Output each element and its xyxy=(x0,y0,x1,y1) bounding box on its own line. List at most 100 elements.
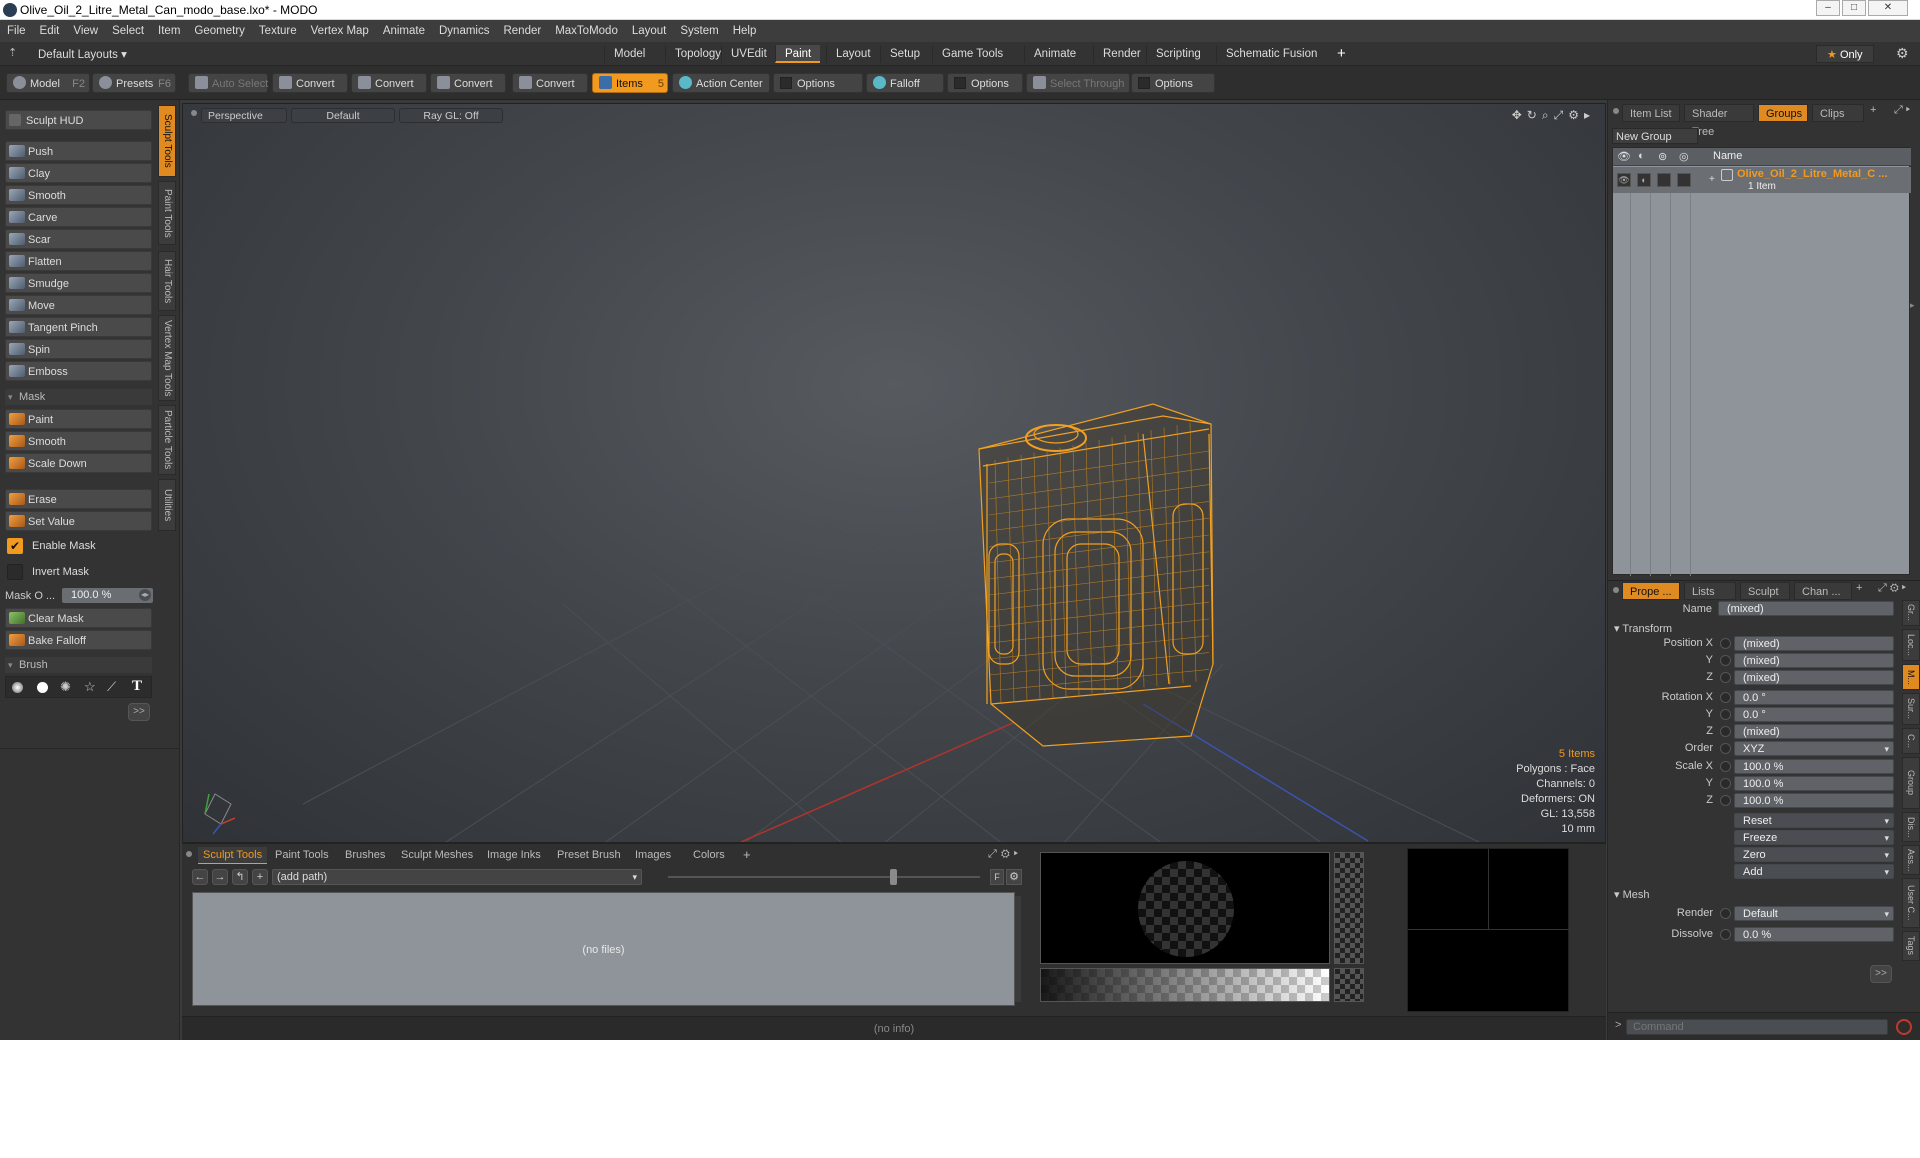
file-browser-area[interactable]: (no files) xyxy=(192,892,1015,1006)
checkmark-icon[interactable]: ✔ xyxy=(7,538,23,554)
rotation-x-key[interactable] xyxy=(1720,692,1731,703)
items-mode-button[interactable]: Items 5 xyxy=(592,73,668,93)
presets-button[interactable]: Presets F6 xyxy=(92,73,176,93)
menu-geometry[interactable]: Geometry xyxy=(187,20,252,42)
gear-icon[interactable]: ⚙ xyxy=(1896,45,1909,62)
mask-section-header[interactable]: Mask xyxy=(5,389,152,405)
panel-arrow-icon[interactable]: ▸ xyxy=(1014,848,1022,860)
sculpt-tool-tangent-pinch[interactable]: Tangent Pinch xyxy=(5,317,152,337)
tab-render[interactable]: Render xyxy=(1093,45,1150,63)
model-button[interactable]: Model F2 xyxy=(6,73,90,93)
position-z-field[interactable]: (mixed) xyxy=(1734,670,1894,685)
filter-button[interactable]: F xyxy=(990,869,1004,885)
set-value-button[interactable]: Set Value xyxy=(5,511,152,531)
side-tab-paint-tools[interactable]: Paint Tools xyxy=(158,181,176,245)
sculpt-tool-clay[interactable]: Clay xyxy=(5,163,152,183)
action-center-options-button[interactable]: Options xyxy=(773,73,863,93)
menu-file[interactable]: File xyxy=(0,20,33,42)
properties-gear-icon[interactable]: ⚙ xyxy=(1890,582,1902,594)
render-key[interactable] xyxy=(1720,908,1731,919)
sculpt-tool-smudge[interactable]: Smudge xyxy=(5,273,152,293)
side-tab-particle-tools[interactable]: Particle Tools xyxy=(158,405,176,475)
bake-falloff-button[interactable]: Bake Falloff xyxy=(5,630,152,650)
only-toggle[interactable]: ★ Only xyxy=(1816,45,1874,63)
browser-tab-images[interactable]: Images xyxy=(630,847,676,864)
falloff-options-button[interactable]: Options xyxy=(947,73,1023,93)
menu-select[interactable]: Select xyxy=(105,20,151,42)
select-through-button[interactable]: Select Through xyxy=(1026,73,1130,93)
right-tab-clips[interactable]: Clips xyxy=(1812,104,1864,122)
sculpt-tool-push[interactable]: Push xyxy=(5,141,152,161)
mask-tool-scale-down[interactable]: Scale Down xyxy=(5,453,152,473)
auto-select-button[interactable]: Auto Select xyxy=(188,73,268,93)
position-z-key[interactable] xyxy=(1720,672,1731,683)
erase-button[interactable]: Erase xyxy=(5,489,152,509)
transform-section-header[interactable]: ▾ Transform xyxy=(1614,622,1672,635)
tab-layout[interactable]: Layout xyxy=(826,45,880,63)
expand-icon[interactable]: ⤢ xyxy=(1878,582,1890,594)
rotation-z-field[interactable]: (mixed) xyxy=(1734,724,1894,739)
hard-brush-icon[interactable] xyxy=(37,682,48,693)
browser-tab-preset-brush[interactable]: Preset Brush xyxy=(552,847,626,864)
select-icon[interactable] xyxy=(1677,173,1691,187)
sculpt-tool-emboss[interactable]: Emboss xyxy=(5,361,152,381)
sculpt-tool-scar[interactable]: Scar xyxy=(5,229,152,249)
right-panel-menu-dot-icon[interactable] xyxy=(1613,108,1619,114)
properties-tab-lists[interactable]: Lists xyxy=(1684,582,1736,600)
rotation-z-key[interactable] xyxy=(1720,726,1731,737)
tab-uvedit[interactable]: UVEdit xyxy=(721,45,776,63)
properties-side-tab-ass[interactable]: Ass... xyxy=(1902,845,1920,875)
arrow-icon[interactable]: ▸ xyxy=(1906,104,1913,116)
browser-tab-brushes[interactable]: Brushes xyxy=(340,847,390,864)
browser-tab-image-inks[interactable]: Image Inks xyxy=(482,847,546,864)
sculpt-tool-smooth[interactable]: Smooth xyxy=(5,185,152,205)
invert-mask-checkbox[interactable] xyxy=(7,564,23,580)
browser-scrollbar[interactable] xyxy=(1015,896,1021,1002)
expand-icon[interactable]: ⤢ xyxy=(988,848,1001,860)
mesh-section-header[interactable]: ▾ Mesh xyxy=(1614,888,1649,901)
maximize-button[interactable]: □ xyxy=(1842,0,1866,16)
rotation-y-field[interactable]: 0.0 ° xyxy=(1734,707,1894,722)
menu-edit[interactable]: Edit xyxy=(33,20,67,42)
more-button[interactable]: >> xyxy=(128,703,150,721)
sculpt-tool-spin[interactable]: Spin xyxy=(5,339,152,359)
clear-mask-button[interactable]: Clear Mask xyxy=(5,608,152,628)
arrow-icon[interactable]: ▸ xyxy=(1902,582,1909,594)
right-tab-shader-tree[interactable]: Shader Tree xyxy=(1684,104,1754,138)
add-properties-tab-button[interactable]: + xyxy=(1856,582,1862,594)
menu-item[interactable]: Item xyxy=(151,20,187,42)
right-tab-groups[interactable]: Groups xyxy=(1758,104,1808,122)
convert-vertices-button[interactable]: Convert xyxy=(272,73,348,93)
falloff-button[interactable]: Falloff xyxy=(866,73,944,93)
mask-tool-smooth[interactable]: Smooth xyxy=(5,431,152,451)
properties-side-tab-loc[interactable]: Loc... xyxy=(1902,629,1920,661)
properties-side-tab-user-c[interactable]: User C... xyxy=(1902,878,1920,928)
layout-arrow-icon[interactable]: ⇡ xyxy=(8,46,17,59)
scale-x-field[interactable]: 100.0 % xyxy=(1734,759,1894,774)
tab-setup[interactable]: Setup xyxy=(880,45,929,63)
properties-side-tab-gr[interactable]: Gr... xyxy=(1902,600,1920,626)
reset-dropdown[interactable]: Reset xyxy=(1734,813,1894,829)
menu-animate[interactable]: Animate xyxy=(376,20,432,42)
star-brush-icon[interactable]: ☆ xyxy=(84,679,96,695)
text-brush-icon[interactable]: T xyxy=(132,678,142,695)
browser-tab-paint-tools[interactable]: Paint Tools xyxy=(270,847,334,864)
scale-z-field[interactable]: 100.0 % xyxy=(1734,793,1894,808)
position-y-key[interactable] xyxy=(1720,655,1731,666)
browser-tab-colors[interactable]: Colors xyxy=(688,847,730,864)
tab-model[interactable]: Model xyxy=(604,45,654,63)
rotation-x-field[interactable]: 0.0 ° xyxy=(1734,690,1894,705)
add-browser-tab-button[interactable]: + xyxy=(743,847,751,862)
options-checkbox[interactable] xyxy=(1138,77,1150,89)
menu-texture[interactable]: Texture xyxy=(252,20,304,42)
add-right-tab-button[interactable]: + xyxy=(1870,104,1876,116)
add-path-icon[interactable]: + xyxy=(252,869,268,885)
properties-tab-sculpt[interactable]: Sculpt xyxy=(1740,582,1790,600)
expand-toggle-icon[interactable]: + xyxy=(1709,174,1715,185)
menu-help[interactable]: Help xyxy=(726,20,764,42)
select-options-button[interactable]: Options xyxy=(1131,73,1215,93)
browser-gear-icon[interactable]: ⚙ xyxy=(1006,869,1022,885)
properties-side-tab-group[interactable]: Group xyxy=(1902,757,1920,809)
scale-y-key[interactable] xyxy=(1720,778,1731,789)
back-arrow-icon[interactable]: ← xyxy=(192,869,208,885)
